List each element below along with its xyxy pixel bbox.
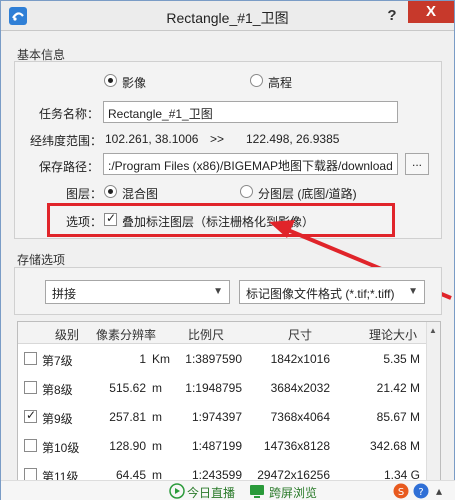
type-radio-elevation-label: 高程 (268, 76, 293, 90)
cell-est: 342.68 M (369, 439, 420, 453)
cell-level: 第10级 (42, 441, 80, 455)
svg-text:?: ? (418, 487, 423, 498)
type-radio-elevation[interactable] (250, 74, 263, 87)
cell-est: 5.35 M (383, 352, 420, 366)
storage-mode-value: 拼接 (52, 287, 77, 301)
task-name-label: 任务名称： (39, 107, 100, 121)
cell-scale: 1:3897590 (185, 352, 242, 366)
cell-level: 第7级 (42, 354, 73, 368)
level-table: 级别 像素分辨率 比例尺 尺寸 理论大小 第7级 1 Km 1:3897590 … (17, 321, 441, 481)
storage-title: 存储选项 (17, 253, 66, 267)
live-link[interactable]: 今日直播 (187, 484, 235, 500)
header-scale: 比例尺 (187, 328, 224, 342)
cell-scale: 1:487199 (191, 439, 242, 453)
storage-format-select[interactable]: 标记图像文件格式 (*.tif;*.tiff) ▼ (239, 280, 425, 304)
table-row[interactable]: 第9级 257.81 m 1:974397 7368x4064 85.67 M (18, 402, 440, 431)
cell-res-unit: m (152, 410, 162, 424)
close-button[interactable]: X (408, 1, 454, 23)
table-row[interactable]: 第11级 64.45 m 1:243599 29472x16256 1.34 G (18, 460, 440, 480)
table-row[interactable]: 第10级 128.90 m 1:487199 14736x8128 342.68… (18, 431, 440, 460)
layer-label: 图层： (66, 187, 103, 201)
task-name-input[interactable]: Rectangle_#1_卫图 (103, 101, 398, 123)
cell-scale: 1:974397 (191, 410, 242, 424)
save-path-label: 保存路径： (39, 160, 100, 174)
row-checkbox[interactable] (24, 439, 37, 452)
type-radio-imagery[interactable] (104, 74, 117, 87)
bottom-bar: 今日直播 跨屏浏览 S ? ▴ (1, 480, 455, 500)
cell-res-value: 1 (139, 352, 146, 366)
table-header: 级别 像素分辨率 比例尺 尺寸 理论大小 (18, 322, 440, 344)
table-scrollbar[interactable]: ▲ (426, 322, 440, 480)
storage-format-value: 标记图像文件格式 (*.tif;*.tiff) (246, 287, 395, 301)
cell-est: 21.42 M (376, 381, 420, 395)
cell-level: 第8级 (42, 383, 73, 397)
cell-res-value: 257.81 (109, 410, 146, 424)
cell-res-value: 128.90 (109, 439, 146, 453)
play-circle-icon (169, 483, 185, 499)
range-to: 122.498, 26.9385 (246, 132, 340, 146)
range-label: 经纬度范围： (30, 134, 103, 148)
table-row[interactable]: 第7级 1 Km 1:3897590 1842x1016 5.35 M (18, 344, 440, 373)
help-button[interactable]: ? (381, 6, 403, 26)
cell-res-unit: m (152, 439, 162, 453)
header-estimated-size: 理论大小 (368, 328, 417, 342)
layer-radio-mixed[interactable] (104, 185, 117, 198)
layer-radio-mixed-label: 混合图 (122, 187, 159, 201)
row-checkbox[interactable] (24, 352, 37, 365)
header-size: 尺寸 (287, 328, 312, 342)
download-dialog: Rectangle_#1_卫图 ? X 基本信息 影像 高程 任务名称： Rec… (0, 0, 455, 500)
type-radio-imagery-label: 影像 (122, 76, 147, 90)
cell-size: 7368x4064 (270, 410, 330, 424)
chevron-down-icon: ▼ (213, 286, 223, 297)
range-from: 102.261, 38.1006 (105, 132, 199, 146)
chevron-down-icon: ▼ (408, 286, 418, 297)
cell-res-unit: m (152, 381, 162, 395)
scroll-up-icon[interactable]: ▲ (429, 326, 437, 335)
sogou-icon[interactable]: S (393, 483, 409, 499)
header-level: 级别 (54, 328, 79, 342)
screen-icon (250, 485, 264, 498)
layer-radio-split-label: 分图层 (底图/道路) (258, 187, 357, 201)
cell-res-unit: Km (152, 352, 170, 366)
layer-radio-split[interactable] (240, 185, 253, 198)
row-checkbox[interactable] (24, 381, 37, 394)
cell-scale: 1:1948795 (185, 381, 242, 395)
save-path-input[interactable]: :/Program Files (x86)/BIGEMAP地图下载器/downl… (103, 153, 398, 175)
table-row[interactable]: 第8级 515.62 m 1:1948795 3684x2032 21.42 M (18, 373, 440, 402)
title-bar: Rectangle_#1_卫图 ? X (1, 1, 454, 31)
svg-text:S: S (398, 487, 404, 498)
header-resolution: 像素分辨率 (95, 328, 156, 342)
expand-icon[interactable]: ▴ (436, 484, 442, 498)
cell-size: 14736x8128 (263, 439, 330, 453)
cross-screen-link[interactable]: 跨屏浏览 (269, 484, 317, 500)
range-arrow: >> (210, 132, 225, 146)
browse-button[interactable]: ... (405, 153, 429, 175)
cell-size: 1842x1016 (270, 352, 330, 366)
cell-size: 3684x2032 (270, 381, 330, 395)
cell-est: 85.67 M (376, 410, 420, 424)
question-icon[interactable]: ? (413, 483, 429, 499)
storage-mode-select[interactable]: 拼接 ▼ (45, 280, 230, 304)
cell-res-value: 515.62 (109, 381, 146, 395)
row-checkbox[interactable] (24, 408, 37, 423)
cell-level: 第9级 (42, 412, 73, 426)
